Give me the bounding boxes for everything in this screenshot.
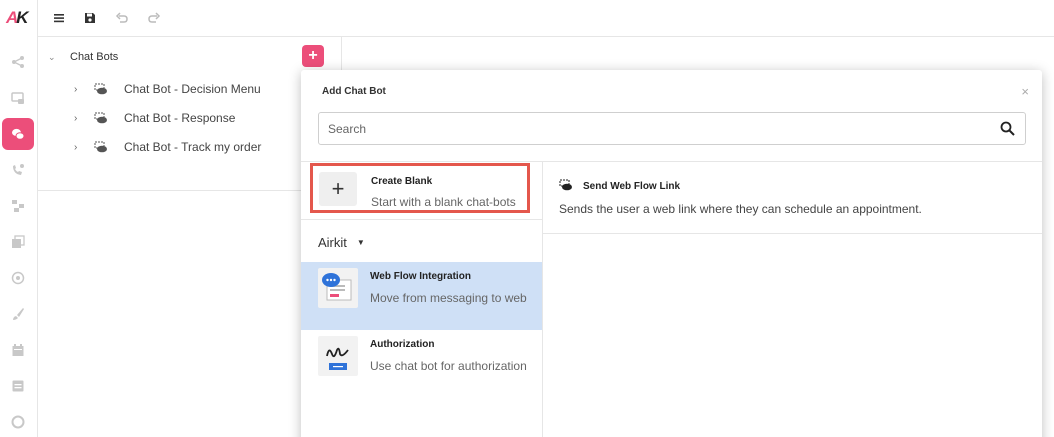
screen-chat-icon[interactable] xyxy=(2,82,34,114)
close-icon[interactable]: × xyxy=(1021,84,1029,99)
chat-bot-icon xyxy=(94,112,107,124)
add-chat-bot-button[interactable]: + xyxy=(302,45,324,67)
search-box xyxy=(318,112,1026,145)
share-nodes-icon[interactable] xyxy=(2,46,34,78)
create-blank-title: Create Blank xyxy=(371,176,433,187)
template-authorization[interactable]: Authorization Use chat bot for authoriza… xyxy=(301,330,542,398)
menu-icon[interactable] xyxy=(50,9,68,27)
undo-icon[interactable] xyxy=(113,9,131,27)
add-chat-bot-modal: Add Chat Bot × + Create Blank Start with… xyxy=(301,70,1042,437)
template-web-flow-integration[interactable]: Web Flow Integration Move from messaging… xyxy=(301,262,542,330)
chevron-right-icon[interactable]: › xyxy=(74,142,84,153)
plus-icon: + xyxy=(319,172,357,206)
tree-root[interactable]: ⌄ Chat Bots xyxy=(48,47,118,67)
template-title: Web Flow Integration xyxy=(370,271,471,282)
category-label: Airkit xyxy=(318,235,347,250)
chevron-right-icon[interactable]: › xyxy=(74,84,84,95)
caret-down-icon: ▼ xyxy=(356,238,365,247)
category-dropdown[interactable]: Airkit ▼ xyxy=(318,235,365,250)
circle-icon[interactable] xyxy=(2,406,34,437)
left-rail: AK xyxy=(0,0,38,437)
search-input[interactable] xyxy=(319,113,979,144)
authorization-thumbnail xyxy=(318,336,358,376)
result-send-web-flow-link[interactable]: Send Web Flow Link Sends the user a web … xyxy=(543,162,1042,234)
flow-steps-icon[interactable] xyxy=(2,190,34,222)
divider xyxy=(301,219,542,220)
web-flow-thumbnail xyxy=(318,268,358,308)
result-title: Send Web Flow Link xyxy=(583,181,681,192)
create-blank-description: Start with a blank chat-bots xyxy=(371,195,516,209)
redo-icon[interactable] xyxy=(145,9,163,27)
tree-item[interactable]: › Chat Bot - Response xyxy=(74,108,235,128)
phone-flow-icon[interactable] xyxy=(2,154,34,186)
chat-bots-tree: ⌄ Chat Bots + › Chat Bot - Decision Menu… xyxy=(38,37,342,191)
chat-bot-icon xyxy=(94,141,107,153)
chat-bubbles-icon[interactable] xyxy=(2,118,34,150)
tree-item-label: Chat Bot - Track my order xyxy=(124,140,262,154)
chat-bot-icon xyxy=(559,179,572,191)
chevron-down-icon[interactable]: ⌄ xyxy=(48,52,58,63)
search-icon[interactable] xyxy=(1000,121,1015,136)
template-title: Authorization xyxy=(370,339,435,350)
result-description: Sends the user a web link where they can… xyxy=(559,202,922,216)
chevron-right-icon[interactable]: › xyxy=(74,113,84,124)
tree-root-label: Chat Bots xyxy=(70,51,119,63)
modal-title: Add Chat Bot xyxy=(322,86,386,97)
cube-icon[interactable] xyxy=(2,262,34,294)
logo-letter-k: K xyxy=(16,8,28,27)
tree-item-label: Chat Bot - Response xyxy=(124,111,236,125)
gallery-icon[interactable] xyxy=(2,226,34,258)
list-icon[interactable] xyxy=(2,370,34,402)
template-description: Use chat bot for authorization xyxy=(370,359,527,373)
create-blank-card[interactable]: + Create Blank Start with a blank chat-b… xyxy=(310,163,530,213)
calendar-icon[interactable] xyxy=(2,334,34,366)
template-description: Move from messaging to web xyxy=(370,291,527,305)
chat-bot-icon xyxy=(94,83,107,95)
tree-item[interactable]: › Chat Bot - Decision Menu xyxy=(74,79,261,99)
tree-item[interactable]: › Chat Bot - Track my order xyxy=(74,137,261,157)
app-logo[interactable]: AK xyxy=(6,8,32,28)
top-toolbar xyxy=(38,0,1054,37)
brush-icon[interactable] xyxy=(2,298,34,330)
tree-item-label: Chat Bot - Decision Menu xyxy=(124,82,261,96)
save-icon[interactable] xyxy=(81,9,99,27)
logo-letter-a: A xyxy=(6,8,18,27)
